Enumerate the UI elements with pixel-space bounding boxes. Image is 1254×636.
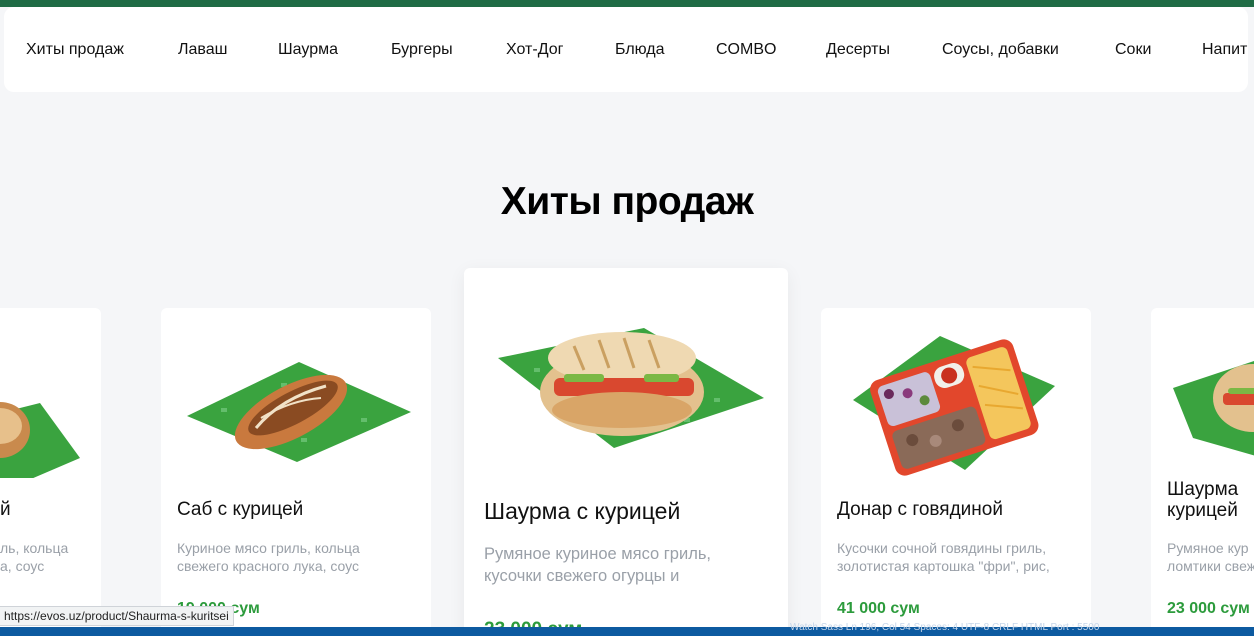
nav-item-dishes[interactable]: Блюда [615,41,665,59]
section-title: Хиты продаж [500,180,754,223]
product-name: Саб с курицей [177,499,304,520]
link-url-tooltip: https://evos.uz/product/Shaurma-s-kurits… [0,606,234,626]
nav-item-desserts[interactable]: Десерты [826,41,890,59]
product-card[interactable]: й ль, кольца а, соус [0,308,101,636]
nav-item-burgers[interactable]: Бургеры [391,41,453,59]
product-name: Шаурма курицей [1167,479,1239,521]
nav-item-shawarma[interactable]: Шаурма [278,41,338,59]
product-name: Шаурма с курицей [484,498,681,524]
nav-item-sauces[interactable]: Соусы, добавки [942,41,1059,59]
product-card[interactable]: Донар с говядиной Кусочки сочной говядин… [821,308,1091,636]
nav-item-hits[interactable]: Хиты продаж [26,41,124,59]
top-accent-bar [0,0,1254,7]
nav-item-drinks[interactable]: Напит [1202,41,1247,59]
product-name: й [0,499,11,520]
product-card[interactable]: Саб с курицей Куриное мясо гриль, кольца… [161,308,431,636]
product-desc: ль, кольца а, соус [0,540,69,574]
nav-item-lavash[interactable]: Лаваш [178,41,227,59]
donar-box-icon [853,336,1055,476]
editor-status-text: Watch Sass Ln 196, Col 54 Spaces: 4 UTF-… [790,622,1100,633]
nav-item-juices[interactable]: Соки [1115,41,1151,59]
product-price: 23 000 сум [1167,600,1250,617]
product-desc: Кусочки сочной говядины гриль, золотиста… [837,540,1050,574]
nav-item-hotdog[interactable]: Хот-Дог [506,41,563,59]
product-desc: Куриное мясо гриль, кольца свежего красн… [177,540,360,574]
product-desc: Румяное куриное мясо гриль, кусочки свеж… [484,545,712,585]
nav-item-combo[interactable]: COMBO [716,41,776,59]
product-card[interactable]: Шаурма курицей Румяное кур ломтики свеж … [1151,308,1254,636]
product-name: Донар с говядиной [837,499,1003,520]
partial-wrap-icon [0,402,80,478]
sub-sandwich-icon [187,362,411,462]
shawarma-pita-icon [498,328,764,448]
partial-wrap-icon [1173,361,1254,456]
product-price: 41 000 сум [837,600,920,617]
product-desc: Румяное кур ломтики свеж [1167,540,1254,574]
product-card-featured[interactable]: Шаурма с курицей Румяное куриное мясо гр… [464,268,788,636]
category-nav: Хиты продаж Лаваш Шаурма Бургеры Хот-Дог… [4,7,1248,92]
